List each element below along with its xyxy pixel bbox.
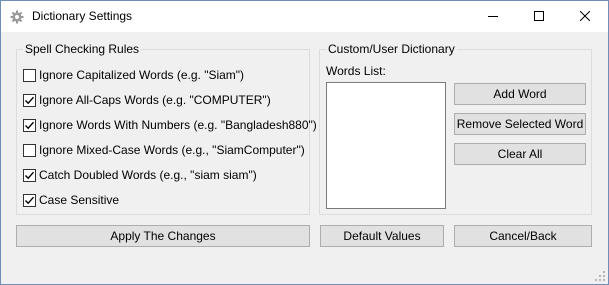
option-case-sensitive[interactable]: Case Sensitive xyxy=(23,191,119,209)
custom-dictionary-group: Custom/User Dictionary Words List: Add W… xyxy=(319,42,592,215)
remove-selected-word-button[interactable]: Remove Selected Word xyxy=(454,113,586,135)
spell-checking-rules-title: Spell Checking Rules xyxy=(23,42,142,56)
checkbox[interactable] xyxy=(23,93,36,107)
cancel-back-button[interactable]: Cancel/Back xyxy=(454,225,592,247)
gear-icon xyxy=(10,10,24,24)
close-button[interactable] xyxy=(562,1,608,32)
close-icon xyxy=(579,10,591,24)
custom-dictionary-title: Custom/User Dictionary xyxy=(326,42,457,56)
apply-changes-button[interactable]: Apply The Changes xyxy=(16,225,310,247)
maximize-icon xyxy=(534,10,544,24)
checkbox[interactable] xyxy=(23,68,36,82)
option-label: Ignore Mixed-Case Words (e.g., "SiamComp… xyxy=(39,143,305,157)
checkbox[interactable] xyxy=(23,118,36,132)
option-label: Case Sensitive xyxy=(39,193,120,207)
option-label: Ignore Words With Numbers (e.g. "Banglad… xyxy=(39,118,317,132)
resize-grip-icon[interactable] xyxy=(594,270,606,282)
minimize-button[interactable] xyxy=(470,1,516,32)
option-label: Ignore Capitalized Words (e.g. "Siam") xyxy=(39,68,245,82)
words-list[interactable] xyxy=(326,82,446,209)
option-ignore-capitalized[interactable]: Ignore Capitalized Words (e.g. "Siam") xyxy=(23,66,244,84)
option-ignore-mixed-case[interactable]: Ignore Mixed-Case Words (e.g., "SiamComp… xyxy=(23,141,305,159)
dictionary-settings-window: Dictionary Settings Spell Checking Rules… xyxy=(0,0,609,285)
minimize-icon xyxy=(488,10,498,24)
window-title: Dictionary Settings xyxy=(32,9,133,23)
dialog-body: Spell Checking Rules Ignore Capitalized … xyxy=(1,32,608,284)
spell-checking-rules-group: Spell Checking Rules Ignore Capitalized … xyxy=(16,42,317,215)
maximize-button[interactable] xyxy=(516,1,562,32)
checkbox[interactable] xyxy=(23,143,36,157)
title-bar[interactable]: Dictionary Settings xyxy=(1,1,608,32)
option-label: Ignore All-Caps Words (e.g. "COMPUTER") xyxy=(39,93,271,107)
option-ignore-numbers[interactable]: Ignore Words With Numbers (e.g. "Banglad… xyxy=(23,116,317,134)
clear-all-button[interactable]: Clear All xyxy=(454,143,586,165)
words-list-label: Words List: xyxy=(326,64,386,78)
checkbox[interactable] xyxy=(23,168,36,182)
option-ignore-all-caps[interactable]: Ignore All-Caps Words (e.g. "COMPUTER") xyxy=(23,91,271,109)
checkbox[interactable] xyxy=(23,193,36,207)
option-label: Catch Doubled Words (e.g., "siam siam") xyxy=(39,168,257,182)
add-word-button[interactable]: Add Word xyxy=(454,83,586,105)
option-catch-doubled[interactable]: Catch Doubled Words (e.g., "siam siam") xyxy=(23,166,257,184)
default-values-button[interactable]: Default Values xyxy=(320,225,444,247)
